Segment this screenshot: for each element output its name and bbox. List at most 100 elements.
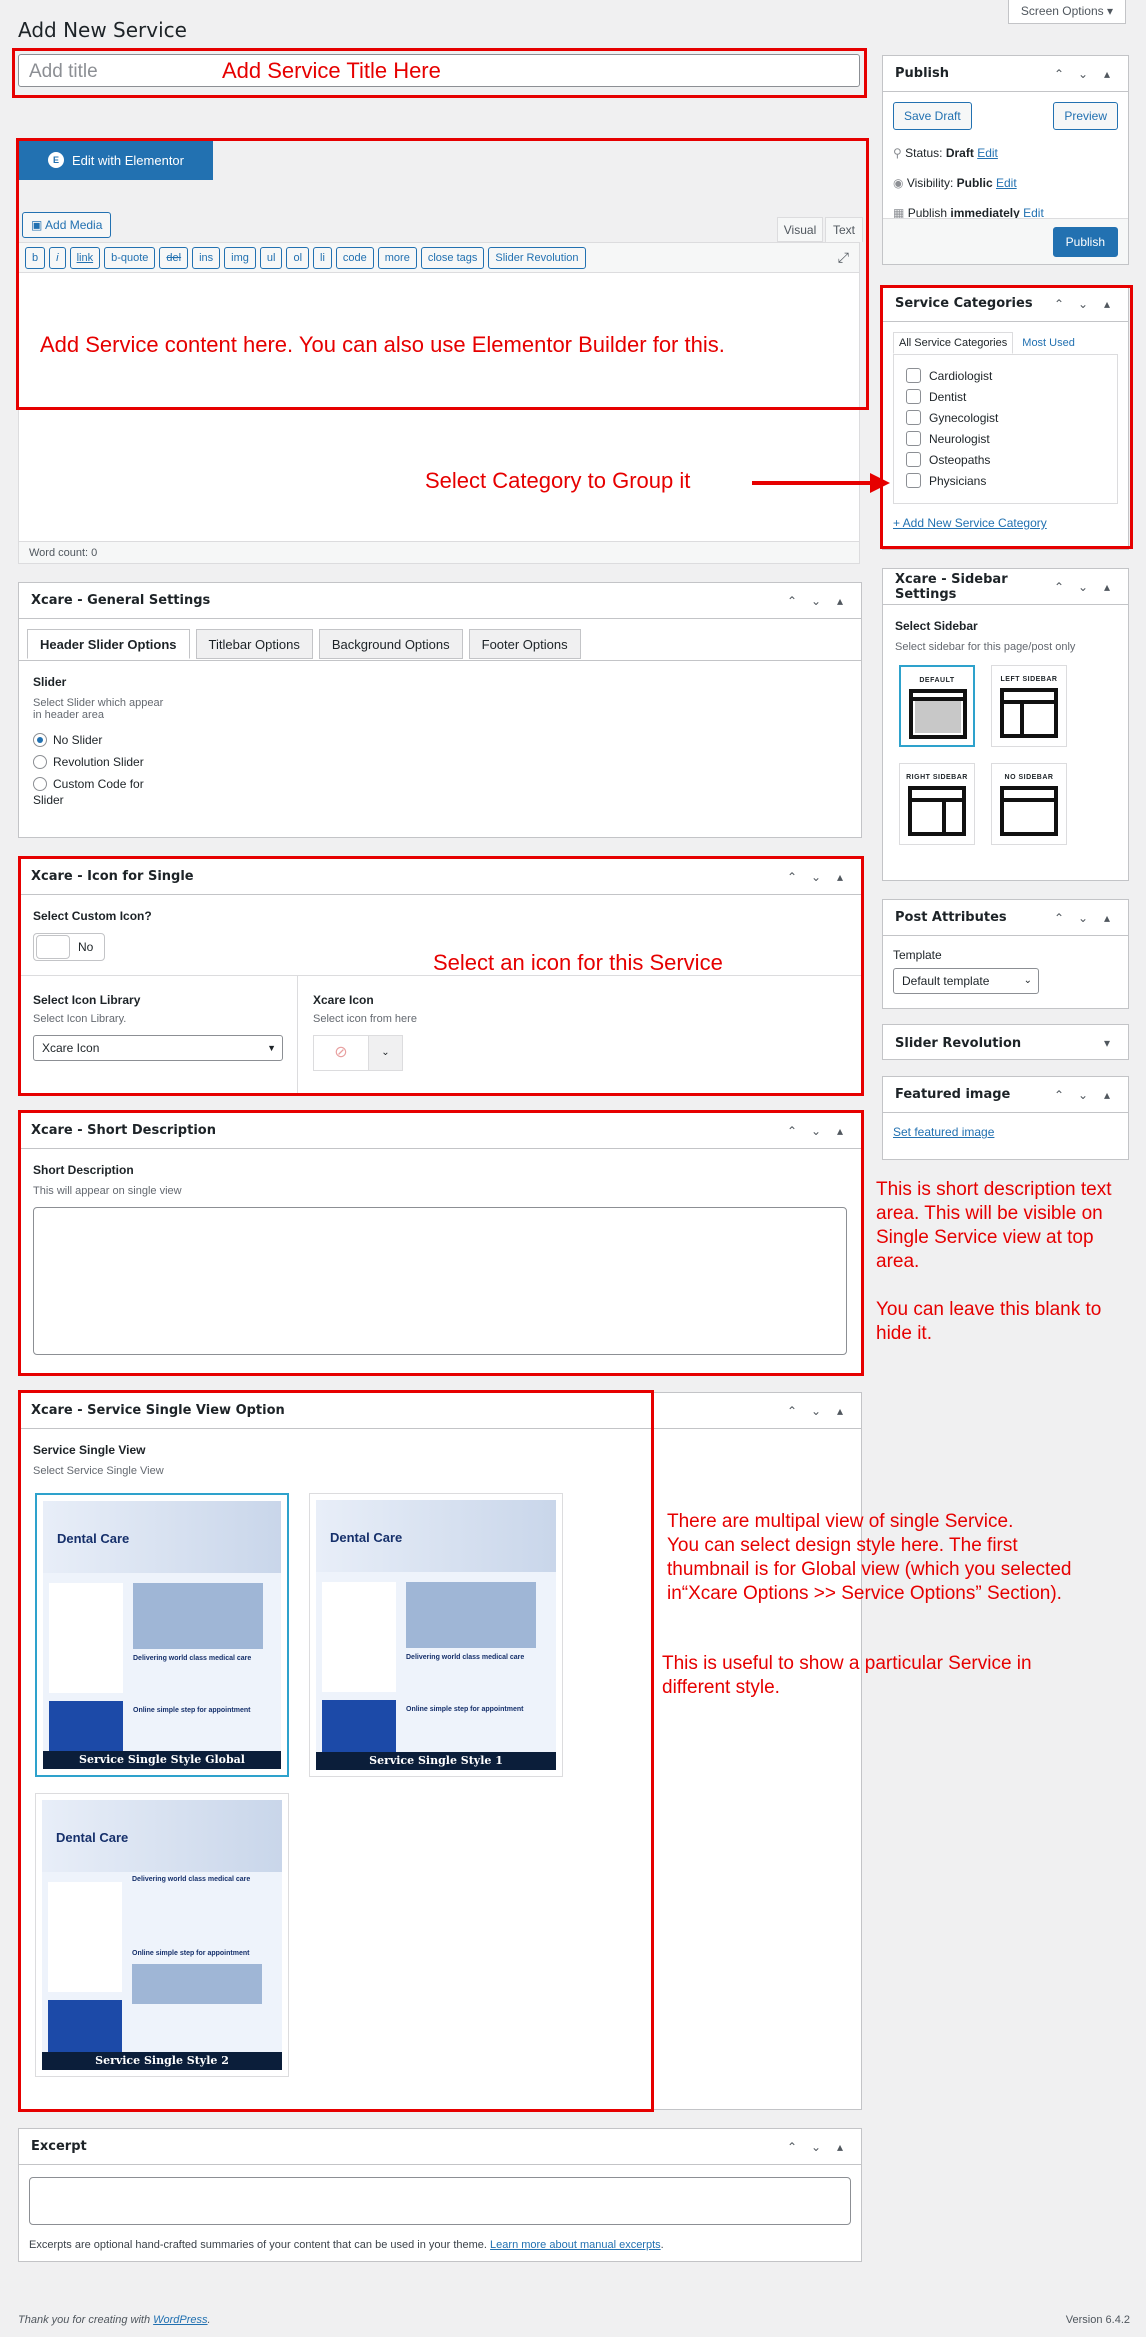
chevron-up-icon[interactable]: ⌃: [783, 870, 801, 884]
toggle-arrow-icon[interactable]: ▴: [1098, 1088, 1116, 1102]
sidebar-option-default[interactable]: DEFAULT: [899, 665, 975, 747]
qt-button[interactable]: close tags: [420, 247, 485, 269]
toggle-arrow-icon[interactable]: ▴: [1098, 297, 1116, 311]
short-description-textarea[interactable]: [33, 1207, 847, 1355]
tab-text[interactable]: Text: [825, 217, 863, 242]
wordpress-link[interactable]: WordPress: [153, 2314, 207, 2326]
icon-library-label: Select Icon Library: [33, 993, 141, 1007]
icon-library-select[interactable]: Xcare Icon ▼: [33, 1035, 283, 1061]
set-featured-image-link[interactable]: Set featured image: [883, 1113, 1128, 1151]
radio-custom-code[interactable]: Custom Code for: [33, 777, 847, 791]
tab-visual[interactable]: Visual: [777, 217, 823, 242]
edit-visibility-link[interactable]: Edit: [996, 176, 1017, 190]
thumb-cta: [322, 1700, 396, 1760]
chevron-up-icon[interactable]: ⌃: [783, 1124, 801, 1138]
qt-button[interactable]: ol: [286, 247, 310, 269]
excerpt-learn-more-link[interactable]: Learn more about manual excerpts: [490, 2239, 661, 2251]
fullscreen-icon[interactable]: ⤢: [838, 249, 849, 266]
qt-button[interactable]: Slider Revolution: [488, 247, 586, 269]
category-checkbox[interactable]: Cardiologist: [906, 365, 1105, 386]
toggle-arrow-icon[interactable]: ▴: [1098, 580, 1116, 594]
toggle-arrow-icon[interactable]: ▴: [831, 594, 849, 608]
chevron-up-icon[interactable]: ⌃: [783, 1404, 801, 1418]
qt-button[interactable]: b: [25, 247, 46, 269]
qt-button[interactable]: b-quote: [104, 247, 156, 269]
qt-button[interactable]: i: [49, 247, 66, 269]
toggle-arrow-icon[interactable]: ▾: [1098, 1036, 1116, 1050]
toggle-arrow-icon[interactable]: ▴: [831, 2140, 849, 2154]
chevron-down-icon[interactable]: ⌄: [1074, 297, 1092, 311]
category-checkbox[interactable]: Dentist: [906, 386, 1105, 407]
sidebar-option-none[interactable]: NO SIDEBAR: [991, 763, 1067, 845]
sidebar-option-right[interactable]: RIGHT SIDEBAR: [899, 763, 975, 845]
tab-header-slider[interactable]: Header Slider Options: [27, 629, 190, 659]
add-media-button[interactable]: ▣ Add Media: [22, 212, 112, 238]
chevron-up-icon[interactable]: ⌃: [783, 2140, 801, 2154]
toggle-arrow-icon[interactable]: ▴: [831, 1124, 849, 1138]
chevron-up-icon[interactable]: ⌃: [1050, 67, 1068, 81]
toggle-arrow-icon[interactable]: ▴: [831, 1404, 849, 1418]
template-select[interactable]: Default template ⌄: [893, 968, 1039, 994]
toggle-arrow-icon[interactable]: ▴: [1098, 67, 1116, 81]
thumb-style-2[interactable]: Dental Care Delivering world class medic…: [35, 1793, 289, 2077]
chevron-down-icon[interactable]: ⌄: [807, 1124, 825, 1138]
icon-picker[interactable]: ⊘ ⌄: [313, 1035, 563, 1071]
radio-revolution-slider[interactable]: Revolution Slider: [33, 755, 847, 769]
screen-options-button[interactable]: Screen Options ▾: [1007, 0, 1126, 24]
short-description-box: Xcare - Short Description ⌃ ⌄ ▴ Short Descr…: [18, 1112, 862, 1374]
post-attributes-box: Post Attributes ⌃ ⌄ ▴ Template Default temp…: [882, 899, 1129, 1009]
qt-button[interactable]: ul: [259, 247, 283, 269]
sidebar-option-left[interactable]: LEFT SIDEBAR: [991, 665, 1067, 747]
category-checkbox[interactable]: Physicians: [906, 470, 1105, 491]
category-checkbox[interactable]: Neurologist: [906, 428, 1105, 449]
box-title: Post Attributes: [895, 910, 1007, 925]
chevron-down-icon[interactable]: ⌄: [807, 594, 825, 608]
edit-status-link[interactable]: Edit: [977, 146, 998, 160]
tab-footer[interactable]: Footer Options: [468, 629, 581, 659]
tab-all-categories[interactable]: All Service Categories: [893, 332, 1014, 354]
chevron-up-icon[interactable]: ⌃: [783, 594, 801, 608]
tab-titlebar[interactable]: Titlebar Options: [195, 629, 313, 659]
edit-with-elementor-button[interactable]: E Edit with Elementor: [18, 140, 213, 180]
tab-most-used[interactable]: Most Used: [1022, 337, 1075, 349]
preview-button[interactable]: Preview: [1053, 102, 1118, 130]
category-checkbox[interactable]: Gynecologist: [906, 407, 1105, 428]
chevron-up-icon[interactable]: ⌃: [1050, 297, 1068, 311]
editor-area[interactable]: b i link b-quote del ins img ul ol li code more clos…: [18, 242, 860, 542]
chevron-down-icon[interactable]: ⌄: [369, 1035, 403, 1071]
qt-button[interactable]: code: [335, 247, 374, 269]
thumb-style-1[interactable]: Dental Care Delivering world class medic…: [309, 1493, 563, 1777]
chevron-down-icon[interactable]: ⌄: [807, 1404, 825, 1418]
thumb-style-global[interactable]: Dental Care Delivering world class medic…: [35, 1493, 289, 1777]
toggle-arrow-icon[interactable]: ▴: [1098, 911, 1116, 925]
chevron-up-icon[interactable]: ⌃: [1050, 580, 1068, 594]
radio-no-slider[interactable]: No Slider: [33, 733, 847, 747]
chevron-down-icon[interactable]: ⌄: [1074, 580, 1092, 594]
qt-button[interactable]: li: [313, 247, 332, 269]
slider-desc: Select Slider which appear: [33, 697, 164, 709]
save-draft-button[interactable]: Save Draft: [893, 102, 972, 130]
qt-button[interactable]: del: [159, 247, 189, 269]
chevron-down-icon[interactable]: ⌄: [1074, 911, 1092, 925]
qt-button[interactable]: ins: [192, 247, 221, 269]
add-new-category-link[interactable]: + Add New Service Category: [893, 516, 1118, 530]
chevron-down-icon[interactable]: ⌄: [807, 2140, 825, 2154]
chevron-up-icon[interactable]: ⌃: [1050, 911, 1068, 925]
box-title: Service Categories: [895, 296, 1033, 311]
toggle-arrow-icon[interactable]: ▴: [831, 870, 849, 884]
chevron-down-icon[interactable]: ⌄: [1074, 67, 1092, 81]
excerpt-box: Excerpt ⌃ ⌄ ▴ Excerpts are optional hand-cr…: [18, 2128, 862, 2262]
quicktags-toolbar: b i link b-quote del ins img ul ol li code more clos…: [19, 243, 859, 273]
chevron-up-icon[interactable]: ⌃: [1050, 1088, 1068, 1102]
chevron-down-icon[interactable]: ⌄: [1074, 1088, 1092, 1102]
qt-button[interactable]: more: [377, 247, 417, 269]
publish-button[interactable]: Publish: [1052, 227, 1118, 257]
tab-background[interactable]: Background Options: [318, 629, 463, 659]
category-checkbox[interactable]: Osteopaths: [906, 449, 1105, 470]
thumb-text: Delivering world class medical care: [133, 1655, 252, 1662]
chevron-down-icon[interactable]: ⌄: [807, 870, 825, 884]
custom-icon-toggle[interactable]: No: [33, 933, 105, 961]
excerpt-textarea[interactable]: [29, 2177, 851, 2225]
qt-button[interactable]: img: [224, 247, 256, 269]
qt-button[interactable]: link: [69, 247, 101, 269]
